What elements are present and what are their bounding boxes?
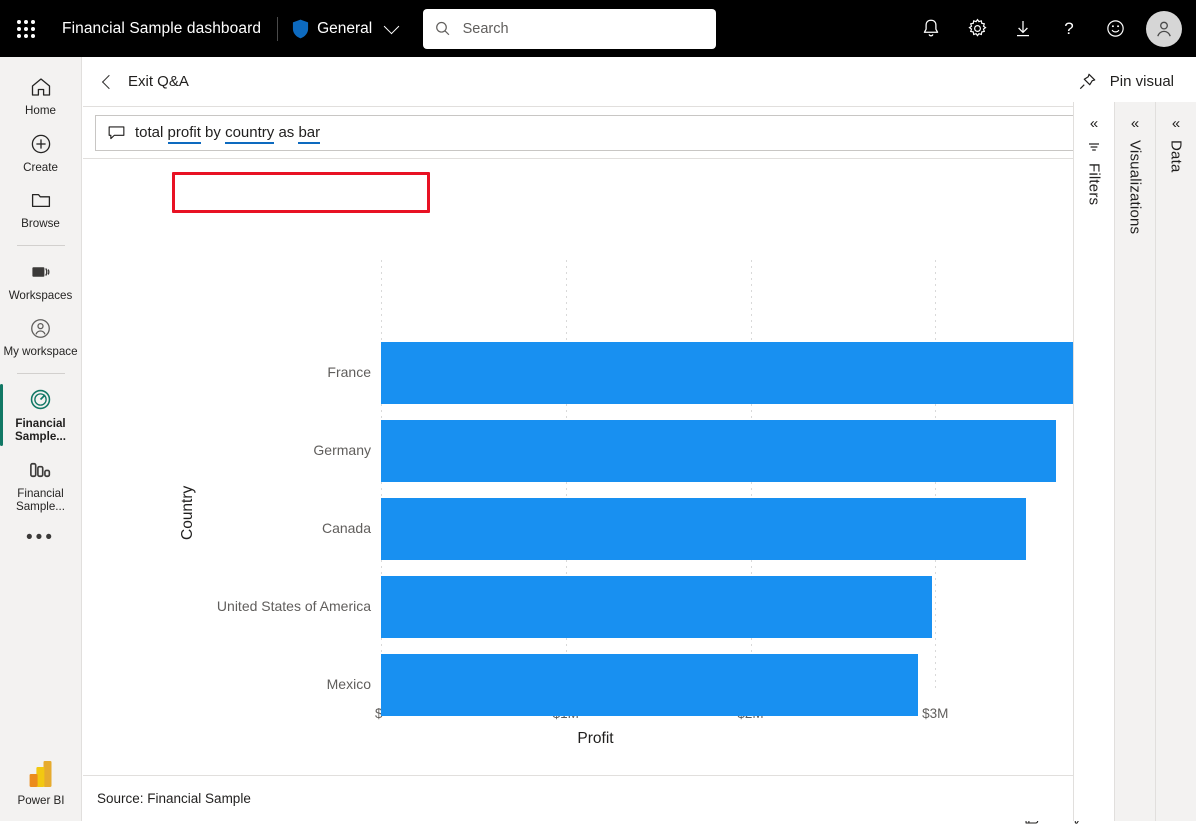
y-axis-category-label: Germany [313,442,371,458]
y-axis-category-label: Canada [321,520,371,536]
x-axis-title: Profit [577,730,614,747]
bar[interactable] [381,576,932,638]
bar-chart[interactable]: Country Profit $-$1M$2M$3M$4M FranceGerm… [83,160,1133,760]
sidebar-item-label: Browse [21,217,60,230]
qna-question-row: total profit by country as bar [83,107,1196,159]
browse-folder-icon [28,187,54,213]
y-axis-category-label: Mexico [326,676,371,692]
workspaces-icon [28,259,54,285]
chevron-left-icon [101,74,117,89]
right-panel-group: « Filters « Visualizations « Data [1073,102,1196,821]
home-icon [28,74,54,100]
bar[interactable] [381,498,1026,560]
qna-content-area: Exit Q&A Pin visual total profit by coun… [83,57,1196,824]
sidebar-item-financial-sample-report[interactable]: Financial Sample... [0,450,82,520]
x-axis-tick-label: $3M [922,706,949,721]
sidebar-item-create[interactable]: Create [0,124,82,181]
double-chevron-left-icon[interactable]: « [1172,116,1180,131]
source-footer: Source: Financial Sample [83,775,1196,821]
search-icon [436,21,450,36]
qna-token-1: profit [167,124,201,144]
shield-icon [292,19,309,38]
sidebar-item-label: Financial Sample... [16,486,65,514]
y-axis-category-label: France [327,364,371,380]
data-pane-collapsed[interactable]: « Data [1155,102,1196,821]
search-box[interactable] [423,8,717,49]
source-label: Source: Financial Sample [97,791,251,806]
filters-pane-collapsed[interactable]: « Filters [1073,102,1114,821]
sidebar-item-label: Create [23,160,58,174]
feedback-smiley-icon[interactable] [1092,7,1138,51]
app-title: Financial Sample dashboard [62,19,262,37]
qna-header-bar: Exit Q&A Pin visual [83,57,1196,107]
exit-qna-label: Exit Q&A [128,73,189,90]
search-input[interactable] [460,19,705,38]
sidebar-item-label: Home [25,104,56,117]
my-workspace-person-icon [28,315,54,341]
y-axis-category-label: United States of America [216,598,371,614]
qna-chat-icon [108,125,125,139]
help-icon[interactable]: ? [1046,7,1092,51]
avatar-person-icon [1157,21,1171,36]
qna-token-5: bar [298,124,321,144]
pin-visual-button[interactable]: Pin visual [1078,72,1182,91]
sidebar-divider [16,244,65,246]
powerbi-brand[interactable]: Power BI [0,759,82,807]
dashboard-gauge-icon [28,387,54,413]
svg-text:?: ? [1064,19,1073,38]
waffle-grid [17,19,35,38]
bar[interactable] [381,654,918,716]
filter-icon [1089,143,1099,151]
data-pane-title: Data [1167,140,1185,173]
create-plus-icon [28,131,54,157]
notifications-icon[interactable] [908,7,954,51]
double-chevron-left-icon[interactable]: « [1090,116,1098,131]
sidebar-item-financial-sample-dashboard[interactable]: Financial Sample... [0,380,82,450]
power-bi-logo-icon [29,761,52,787]
qna-visual[interactable]: Country Profit $-$1M$2M$3M$4M FranceGerm… [83,160,1133,790]
visualizations-pane-collapsed[interactable]: « Visualizations [1114,102,1155,821]
settings-gear-icon[interactable] [954,7,1000,51]
download-icon[interactable] [1000,7,1046,51]
filters-pane-title: Filters [1085,163,1103,206]
powerbi-brand-label: Power BI [17,794,65,807]
top-app-bar: Financial Sample dashboard General Searc… [0,0,1196,57]
qna-token-3: country [225,124,275,144]
app-launcher-icon[interactable] [0,0,52,57]
visualizations-pane-title: Visualizations [1126,140,1144,235]
pin-icon [1079,73,1096,90]
sidebar-item-label: Workspaces [8,288,73,302]
exit-qna-button[interactable]: Exit Q&A [101,73,189,90]
sidebar-item-browse[interactable]: Browse [0,180,82,237]
pin-visual-label: Pin visual [1109,73,1174,90]
bar[interactable] [381,420,1057,482]
qna-question-text: total profit by country as bar [135,124,321,144]
qna-token-0: total [135,124,168,141]
sidebar-item-workspaces[interactable]: Workspaces [0,252,82,309]
topbar-icon-group: ? [908,7,1196,51]
qna-question-input[interactable]: total profit by country as bar [95,114,1182,151]
sidebar-item-label: My workspace [3,345,78,358]
bar[interactable] [381,342,1076,404]
report-bars-icon [28,457,54,483]
sidebar-item-my-workspace[interactable]: My workspace [0,308,82,365]
qna-token-2: by [200,124,226,141]
sidebar-item-label: Financial Sample... [15,416,66,444]
workspace-selector[interactable]: General [292,18,400,39]
workspace-label: General [317,19,373,37]
chevron-down-icon [383,18,400,34]
topbar-divider [277,16,279,41]
sidebar-divider [16,372,65,374]
avatar[interactable] [1146,10,1182,47]
left-navigation: Home Create Browse Workspaces My workspa… [0,57,82,821]
double-chevron-left-icon[interactable]: « [1131,116,1139,131]
sidebar-more-button[interactable]: ••• [0,520,82,547]
sidebar-item-home[interactable]: Home [0,67,82,124]
qna-token-4: as [274,124,299,141]
